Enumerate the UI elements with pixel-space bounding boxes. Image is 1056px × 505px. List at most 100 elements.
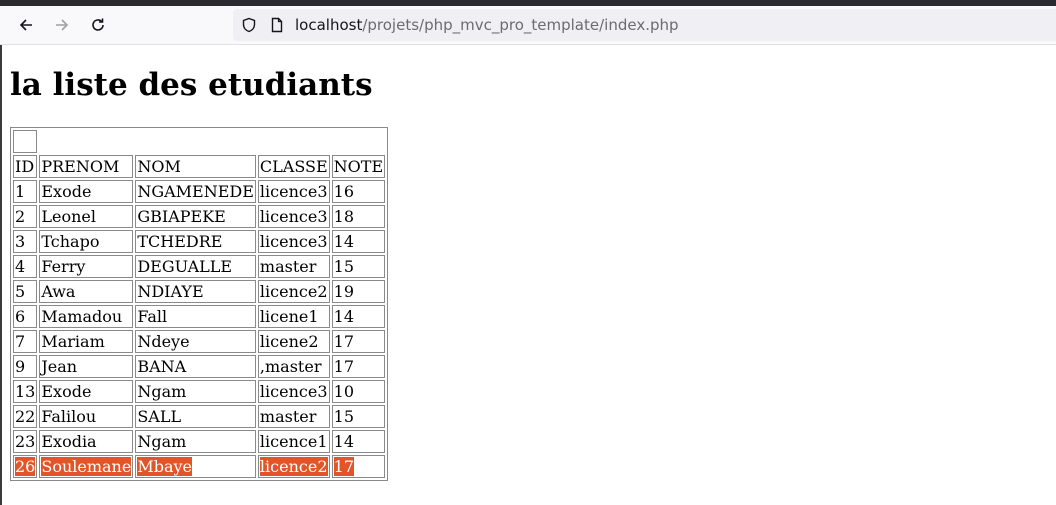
cell-id-text: 26 bbox=[15, 457, 36, 476]
cell-nom-text: Ngam bbox=[137, 382, 187, 401]
cell-id: 7 bbox=[13, 330, 38, 353]
cell-note-text: 14 bbox=[333, 432, 355, 451]
shield-icon[interactable] bbox=[241, 17, 257, 33]
cell-note-text: 19 bbox=[333, 282, 355, 301]
page-icon[interactable] bbox=[269, 17, 285, 33]
cell-id: 22 bbox=[13, 405, 38, 428]
cell-classe: licence1 bbox=[257, 430, 330, 453]
cell-note-text: 16 bbox=[333, 182, 355, 201]
table-row: 9 Jean BANA ,master 17 bbox=[13, 355, 386, 378]
cell-id-text: 1 bbox=[15, 182, 26, 201]
cell-note-text: 17 bbox=[333, 457, 355, 476]
cell-classe-text: master bbox=[259, 407, 317, 426]
table-row: 2 Leonel GBIAPEKE licence3 18 bbox=[13, 205, 386, 228]
cell-nom: BANA bbox=[135, 355, 256, 378]
cell-note: 14 bbox=[331, 305, 386, 328]
table-caption-row bbox=[13, 130, 385, 153]
cell-prenom-text: Falilou bbox=[41, 407, 97, 426]
page-title: la liste des etudiants bbox=[10, 67, 373, 103]
cell-classe: master bbox=[257, 255, 330, 278]
cell-id-text: 3 bbox=[15, 232, 26, 251]
cell-classe-text: licence3 bbox=[259, 207, 328, 226]
students-table: ID PRENOM NOM CLASSE NOTE 1 Exode NGAMENED… bbox=[10, 127, 389, 481]
reload-button[interactable] bbox=[83, 10, 113, 40]
empty-caption-cell bbox=[13, 130, 38, 153]
cell-prenom-text: Leonel bbox=[41, 207, 96, 226]
table-row: 13 Exode Ngam licence3 10 bbox=[13, 380, 386, 403]
cell-note: 15 bbox=[331, 255, 386, 278]
cell-prenom-text: Exode bbox=[41, 382, 92, 401]
cell-classe-text: licene1 bbox=[259, 307, 319, 326]
cell-classe-text: ,master bbox=[259, 357, 322, 376]
cell-prenom-text: Soulemane bbox=[41, 457, 132, 476]
cell-note: 15 bbox=[331, 405, 386, 428]
cell-classe-text: master bbox=[259, 257, 317, 276]
cell-nom-text: Ngam bbox=[137, 432, 187, 451]
cell-id-text: 23 bbox=[15, 432, 36, 451]
column-header-note: NOTE bbox=[331, 155, 386, 178]
cell-prenom: Ferry bbox=[39, 255, 134, 278]
students-table-body: ID PRENOM NOM CLASSE NOTE 1 Exode NGAMENED… bbox=[13, 130, 386, 478]
cell-prenom: Awa bbox=[39, 280, 134, 303]
column-header-classe: CLASSE bbox=[257, 155, 330, 178]
cell-prenom: Tchapo bbox=[39, 230, 134, 253]
cell-nom-text: BANA bbox=[137, 357, 187, 376]
cell-note: 14 bbox=[331, 230, 386, 253]
cell-nom-text: NGAMENEDE bbox=[137, 182, 254, 201]
cell-classe-text: licence3 bbox=[259, 382, 328, 401]
back-button[interactable] bbox=[11, 10, 41, 40]
cell-id-text: 4 bbox=[15, 257, 26, 276]
cell-id-text: 2 bbox=[15, 207, 26, 226]
window-left-edge bbox=[0, 45, 2, 505]
cell-note-text: 18 bbox=[333, 207, 355, 226]
column-header-nom: NOM bbox=[135, 155, 256, 178]
cell-classe: licence3 bbox=[257, 230, 330, 253]
table-row: 22 Falilou SALL master 15 bbox=[13, 405, 386, 428]
cell-classe: licence2 bbox=[257, 280, 330, 303]
cell-note: 16 bbox=[331, 180, 386, 203]
cell-prenom: Mamadou bbox=[39, 305, 134, 328]
cell-nom: SALL bbox=[135, 405, 256, 428]
cell-prenom-text: Exode bbox=[41, 182, 92, 201]
cell-prenom-text: Exodia bbox=[41, 432, 97, 451]
cell-classe-text: licence3 bbox=[259, 182, 328, 201]
cell-id-text: 6 bbox=[15, 307, 26, 326]
cell-classe: licence3 bbox=[257, 380, 330, 403]
cell-note: 17 bbox=[331, 330, 386, 353]
cell-id: 9 bbox=[13, 355, 38, 378]
forward-button[interactable] bbox=[47, 10, 77, 40]
cell-classe-text: licence2 bbox=[259, 282, 328, 301]
table-row: 26 Soulemane Mbaye licence2 17 bbox=[13, 455, 386, 478]
cell-classe: licence3 bbox=[257, 180, 330, 203]
cell-nom: Fall bbox=[135, 305, 256, 328]
cell-prenom-text: Mamadou bbox=[41, 307, 123, 326]
column-header-prenom: PRENOM bbox=[39, 155, 134, 178]
url-host: localhost bbox=[295, 16, 363, 34]
cell-id: 13 bbox=[13, 380, 38, 403]
cell-prenom: Mariam bbox=[39, 330, 134, 353]
cell-nom-text: DEGUALLE bbox=[137, 257, 233, 276]
cell-note-text: 10 bbox=[333, 382, 355, 401]
cell-prenom: Falilou bbox=[39, 405, 134, 428]
table-row: 7 Mariam Ndeye licene2 17 bbox=[13, 330, 386, 353]
cell-id: 5 bbox=[13, 280, 38, 303]
cell-id: 26 bbox=[13, 455, 38, 478]
cell-id: 2 bbox=[13, 205, 38, 228]
url-path: /projets/php_mvc_pro_template/index.php bbox=[362, 16, 679, 34]
cell-nom: Ngam bbox=[135, 380, 256, 403]
table-row: 1 Exode NGAMENEDE licence3 16 bbox=[13, 180, 386, 203]
cell-note-text: 14 bbox=[333, 232, 355, 251]
url-text[interactable]: localhost/projets/php_mvc_pro_template/i… bbox=[295, 16, 679, 34]
cell-id: 3 bbox=[13, 230, 38, 253]
cell-id-text: 13 bbox=[15, 382, 36, 401]
address-bar[interactable]: localhost/projets/php_mvc_pro_template/i… bbox=[233, 9, 1056, 41]
cell-note-text: 15 bbox=[333, 407, 355, 426]
cell-id-text: 22 bbox=[15, 407, 36, 426]
cell-nom: DEGUALLE bbox=[135, 255, 256, 278]
cell-id-text: 9 bbox=[15, 357, 26, 376]
cell-nom-text: Mbaye bbox=[137, 457, 192, 476]
cell-prenom: Jean bbox=[39, 355, 134, 378]
cell-classe-text: licence2 bbox=[259, 457, 328, 476]
forward-arrow-icon bbox=[56, 19, 69, 31]
cell-nom-text: GBIAPEKE bbox=[137, 207, 226, 226]
